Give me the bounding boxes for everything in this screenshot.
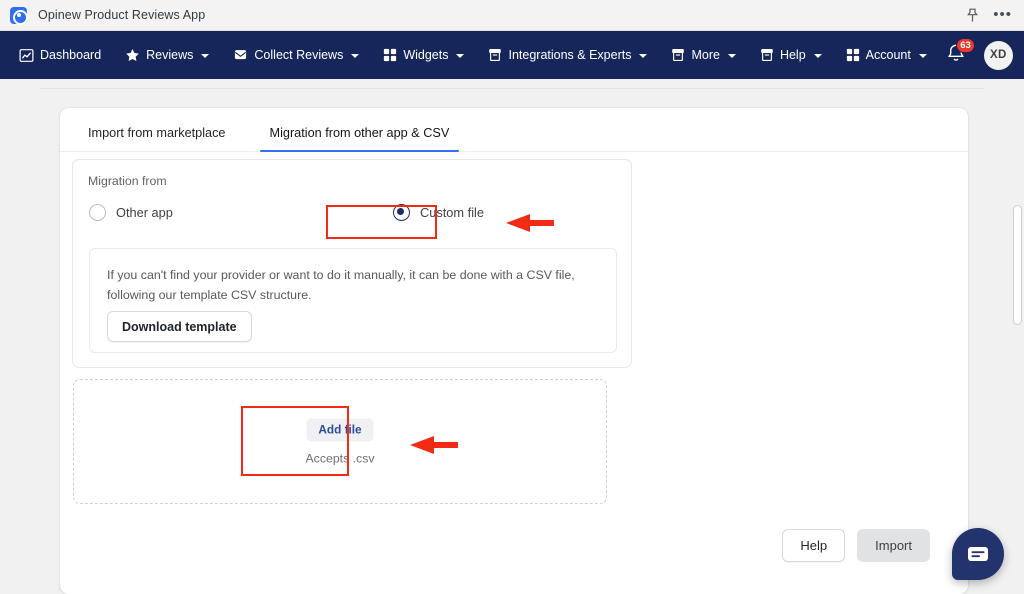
nav-label: Reviews — [146, 48, 194, 62]
nav-label: Integrations & Experts — [508, 48, 632, 62]
csv-info-text: If you can't find your provider or want … — [107, 268, 575, 302]
window-controls: ••• — [966, 7, 1024, 23]
chevron-down-icon — [918, 54, 927, 58]
migration-source-radio-group: Other app Custom file — [73, 202, 633, 232]
nav-item-reviews[interactable]: Reviews — [120, 42, 214, 69]
import-button[interactable]: Import — [857, 529, 930, 562]
archive-icon — [671, 48, 685, 62]
csv-info-box: If you can't find your provider or want … — [89, 248, 617, 353]
nav-item-collect-reviews[interactable]: Collect Reviews — [228, 42, 364, 69]
chart-icon — [19, 48, 34, 63]
chevron-down-icon — [639, 54, 648, 58]
pin-icon[interactable] — [966, 8, 979, 23]
vertical-scrollbar[interactable] — [1010, 79, 1024, 594]
tab-bar: Import from marketplace Migration from o… — [60, 108, 968, 152]
star-icon — [125, 48, 140, 63]
nav-label: Widgets — [403, 48, 449, 62]
content-card: Import from marketplace Migration from o… — [60, 108, 968, 594]
radio-icon-custom-file[interactable] — [393, 204, 410, 221]
dropzone-hint: Accepts .csv — [305, 451, 375, 465]
radio-option-other-app[interactable]: Other app — [89, 204, 173, 221]
notification-badge: 63 — [956, 38, 975, 53]
archive-icon — [760, 48, 774, 62]
envelope-icon — [233, 48, 248, 63]
file-dropzone[interactable]: Add file Accepts .csv — [73, 379, 607, 504]
chevron-down-icon — [456, 54, 465, 58]
help-button[interactable]: Help — [782, 529, 846, 562]
divider — [40, 88, 984, 89]
radio-label-custom-file: Custom file — [420, 205, 485, 220]
ellipsis-icon[interactable]: ••• — [993, 7, 1012, 22]
nav-label: Dashboard — [40, 48, 102, 62]
nav-label: Collect Reviews — [254, 48, 344, 62]
radio-label-other-app: Other app — [116, 205, 173, 220]
grid-icon — [383, 48, 397, 62]
opinew-logo-icon — [10, 6, 28, 25]
nav-item-widgets[interactable]: Widgets — [378, 42, 469, 68]
nav-item-integrations-experts[interactable]: Integrations & Experts — [483, 42, 652, 68]
chevron-down-icon — [727, 54, 736, 58]
nav-item-help[interactable]: Help — [755, 42, 827, 68]
chevron-down-icon — [201, 54, 210, 58]
nav-label: Account — [865, 48, 911, 62]
notifications-button[interactable]: 63 — [946, 38, 975, 67]
avatar[interactable]: XD — [983, 40, 1013, 70]
card-footer-actions: Help Import — [782, 529, 930, 562]
add-file-button[interactable]: Add file — [306, 418, 374, 441]
tab-migration-from-other-app-csv[interactable]: Migration from other app & CSV — [259, 108, 460, 152]
app-title: Opinew Product Reviews App — [38, 8, 206, 22]
download-template-button[interactable]: Download template — [107, 311, 252, 342]
chevron-down-icon — [351, 54, 360, 58]
chevron-down-icon — [813, 54, 822, 58]
scrollbar-thumb[interactable] — [1013, 205, 1022, 325]
radio-option-custom-file[interactable]: Custom file — [393, 204, 484, 221]
dropzone-content: Add file Accepts .csv — [305, 418, 375, 465]
migration-panel: Migration from Other app Custom file If … — [72, 159, 632, 368]
radio-icon-other-app[interactable] — [89, 204, 106, 221]
migration-from-label: Migration from — [88, 174, 167, 188]
grid-icon — [846, 48, 860, 62]
nav-item-more[interactable]: More — [666, 42, 740, 68]
nav-item-account[interactable]: Account — [841, 42, 932, 68]
window-title-bar: Opinew Product Reviews App ••• — [0, 0, 1024, 31]
navbar-right-actions: 63 XD — [946, 38, 1017, 70]
archive-icon — [488, 48, 502, 62]
main-navigation-bar: Dashboard Reviews Collect Reviews Widget… — [0, 31, 1024, 79]
nav-item-dashboard[interactable]: Dashboard — [14, 42, 106, 69]
tab-import-from-marketplace[interactable]: Import from marketplace — [78, 108, 236, 151]
app-window: Opinew Product Reviews App ••• Dashboard — [0, 0, 1024, 594]
page-body: Import from marketplace Migration from o… — [0, 79, 1024, 594]
chat-bubble-icon[interactable] — [952, 528, 1004, 580]
nav-label: More — [691, 48, 720, 62]
nav-label: Help — [779, 48, 806, 62]
